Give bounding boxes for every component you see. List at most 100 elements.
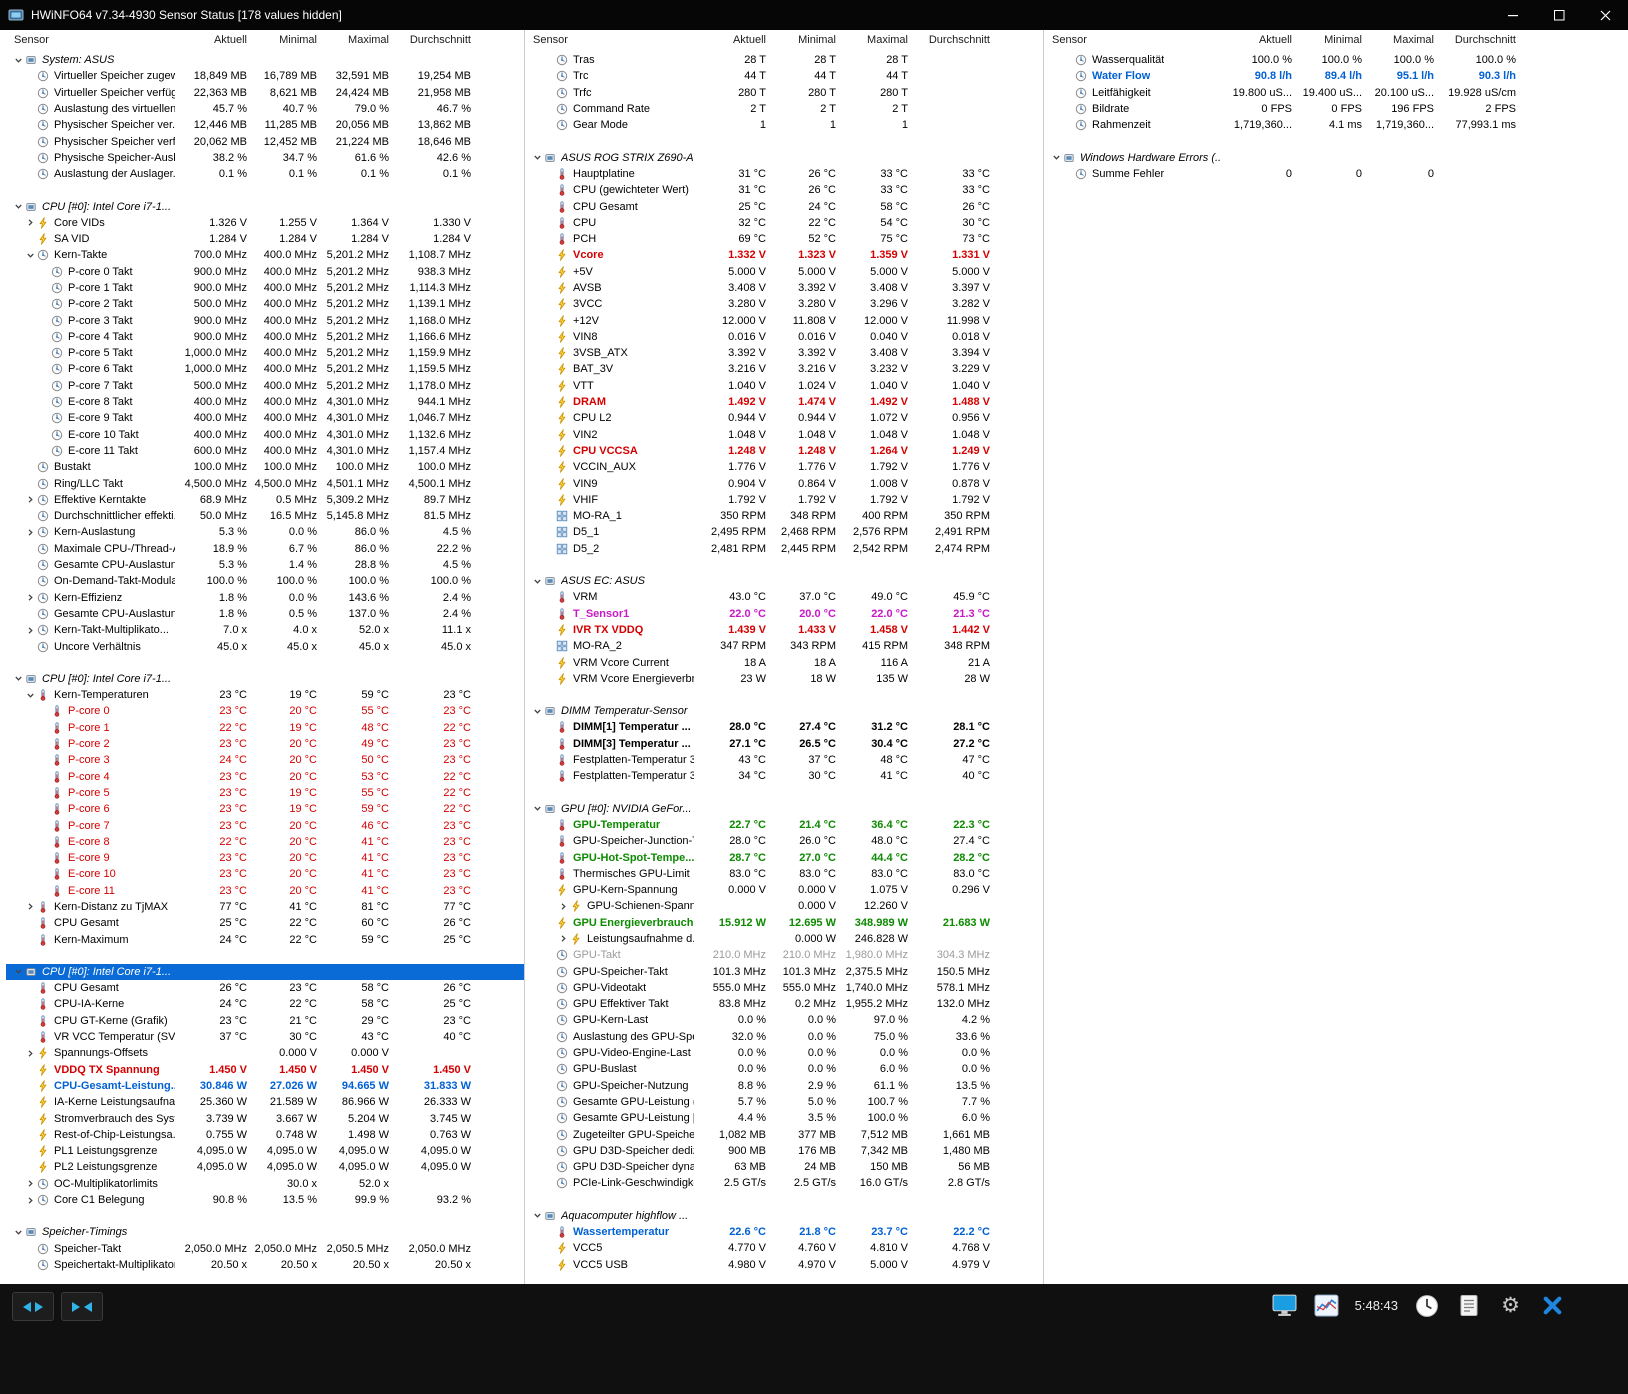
sensor-row[interactable]: E-core 11 23 °C 20 °C 41 °C 23 °C (6, 883, 524, 899)
sensor-row[interactable]: Physischer Speicher verf... 20,062 MB 12,4… (6, 133, 524, 149)
sensor-row[interactable]: SA VID 1.284 V 1.284 V 1.284 V 1.284 V (6, 231, 524, 247)
sensor-group-header[interactable]: DIMM Temperatur-Sensor (525, 703, 1043, 719)
expand-chevron-icon[interactable] (559, 902, 570, 911)
graph-window-button[interactable] (1313, 1292, 1340, 1319)
sensor-row[interactable]: Festplatten-Temperatur 3 43 °C 37 °C 48 °C 4… (525, 752, 1043, 768)
sensor-row[interactable]: P-core 4 Takt 900.0 MHz 400.0 MHz 5,201.2 M… (6, 329, 524, 345)
expand-chevron-icon[interactable] (26, 1179, 37, 1188)
sensor-row[interactable]: PCH 69 °C 52 °C 75 °C 73 °C (525, 231, 1043, 247)
sensor-row[interactable]: +12V 12.000 V 11.808 V 12.000 V 11.998 V (525, 312, 1043, 328)
collapse-chevron-icon[interactable] (14, 967, 25, 976)
column-header-durchschnitt[interactable]: Durchschnitt (908, 34, 990, 46)
sensor-row[interactable]: Leistungsaufnahme d... 0.000 W 246.828 W (525, 931, 1043, 947)
sensor-row[interactable]: PL2 Leistungsgrenze 4,095.0 W 4,095.0 W 4,0… (6, 1159, 524, 1175)
column-header-aktuell[interactable]: Aktuell (175, 34, 247, 46)
column-header-aktuell[interactable]: Aktuell (1220, 34, 1292, 46)
sensor-row[interactable]: MO-RA_2 347 RPM 343 RPM 415 RPM 348 RPM (525, 638, 1043, 654)
column-header-maximal[interactable]: Maximal (317, 34, 389, 46)
sensor-row[interactable]: Effektive Kerntakte 68.9 MHz 0.5 MHz 5,309.… (6, 492, 524, 508)
sensor-row[interactable]: Kern-Temperaturen 23 °C 19 °C 59 °C 23 °C (6, 687, 524, 703)
column-header-sensor[interactable]: Sensor (1052, 34, 1220, 46)
nav-arrows-inward-button[interactable] (61, 1292, 103, 1321)
sensor-row[interactable]: P-core 0 Takt 900.0 MHz 400.0 MHz 5,201.2 M… (6, 264, 524, 280)
sensor-row[interactable]: Festplatten-Temperatur 3 34 °C 30 °C 41 °C 4… (525, 768, 1043, 784)
column-header-minimal[interactable]: Minimal (247, 34, 317, 46)
sensor-row[interactable]: CPU GT-Kerne (Grafik) 23 °C 21 °C 29 °C 23 °… (6, 1013, 524, 1029)
sensor-row[interactable]: E-core 9 23 °C 20 °C 41 °C 23 °C (6, 850, 524, 866)
sensor-row[interactable]: CPU L2 0.944 V 0.944 V 1.072 V 0.956 V (525, 410, 1043, 426)
sensor-row[interactable]: P-core 1 Takt 900.0 MHz 400.0 MHz 5,201.2 M… (6, 280, 524, 296)
sensor-row[interactable]: IA-Kerne Leistungsaufna... 25.360 W 21.589… (6, 1094, 524, 1110)
sensor-row[interactable]: GPU-Kern-Spannung 0.000 V 0.000 V 1.075 V 0.… (525, 882, 1043, 898)
sensor-group-header[interactable]: Windows Hardware Errors (... (1044, 149, 1628, 165)
collapse-chevron-icon[interactable] (533, 577, 544, 586)
sensor-row[interactable]: GPU D3D-Speicher dyna... 63 MB 24 MB 150 MB… (525, 1159, 1043, 1175)
sensor-row[interactable]: P-core 5 23 °C 19 °C 55 °C 22 °C (6, 785, 524, 801)
sensor-row[interactable]: VCC5 USB 4.980 V 4.970 V 5.000 V 4.979 V (525, 1256, 1043, 1272)
collapse-chevron-icon[interactable] (26, 251, 37, 260)
sensor-row[interactable]: Auslastung des virtuellen... 45.7 % 40.7 %… (6, 101, 524, 117)
sensor-row[interactable]: VCCIN_AUX 1.776 V 1.776 V 1.792 V 1.776 V (525, 459, 1043, 475)
sensor-row[interactable]: Gear Mode 1 1 1 (525, 117, 1043, 133)
collapse-chevron-icon[interactable] (14, 56, 25, 65)
sensor-row[interactable]: Hauptplatine 31 °C 26 °C 33 °C 33 °C (525, 166, 1043, 182)
sensor-row[interactable]: Wasserqualität 100.0 % 100.0 % 100.0 % 100.0… (1044, 52, 1628, 68)
sensor-row[interactable]: CPU Gesamt 25 °C 22 °C 60 °C 26 °C (6, 915, 524, 931)
sensor-row[interactable]: Tras 28 T 28 T 28 T (525, 52, 1043, 68)
sensor-row[interactable]: P-core 2 23 °C 20 °C 49 °C 23 °C (6, 736, 524, 752)
sensor-row[interactable]: Speichertakt-Multiplikator 20.50 x 20.50 x… (6, 1257, 524, 1273)
sensor-group-header[interactable]: ASUS ROG STRIX Z690-A... (525, 149, 1043, 165)
sensor-row[interactable]: GPU-Temperatur 22.7 °C 21.4 °C 36.4 °C 22.3 … (525, 817, 1043, 833)
sensor-row[interactable]: Speicher-Takt 2,050.0 MHz 2,050.0 MHz 2,050… (6, 1240, 524, 1256)
settings-gear-button[interactable]: ⚙ (1497, 1292, 1524, 1319)
sensor-row[interactable]: D5_2 2,481 RPM 2,445 RPM 2,542 RPM 2,474 RPM (525, 541, 1043, 557)
sensor-row[interactable]: Bustakt 100.0 MHz 100.0 MHz 100.0 MHz 100.0 … (6, 459, 524, 475)
remote-monitor-button[interactable] (1271, 1292, 1298, 1319)
sensor-row[interactable]: Durchschnittlicher effekti... 50.0 MHz 16.… (6, 508, 524, 524)
sensor-row[interactable]: Ring/LLC Takt 4,500.0 MHz 4,500.0 MHz 4,501… (6, 475, 524, 491)
sensor-row[interactable]: PCIe-Link-Geschwindigkeit 2.5 GT/s 2.5 GT/… (525, 1175, 1043, 1191)
sensor-row[interactable]: Vcore 1.332 V 1.323 V 1.359 V 1.331 V (525, 247, 1043, 263)
sensor-row[interactable]: VRM Vcore Current 18 A 18 A 116 A 21 A (525, 654, 1043, 670)
collapse-chevron-icon[interactable] (533, 1211, 544, 1220)
column-header-aktuell[interactable]: Aktuell (694, 34, 766, 46)
sensor-row[interactable]: VHIF 1.792 V 1.792 V 1.792 V 1.792 V (525, 492, 1043, 508)
sensor-row[interactable]: VRM Vcore Energieverbr... 23 W 18 W 135 W 28… (525, 671, 1043, 687)
sensor-group-header[interactable]: CPU [#0]: Intel Core i7-1... (6, 198, 524, 214)
sensor-row[interactable]: E-core 8 22 °C 20 °C 41 °C 23 °C (6, 834, 524, 850)
sensor-row[interactable]: D5_1 2,495 RPM 2,468 RPM 2,576 RPM 2,491 RPM (525, 524, 1043, 540)
sensor-row[interactable]: GPU-Hot-Spot-Tempe... 28.7 °C 27.0 °C 44.4 … (525, 849, 1043, 865)
sensor-row[interactable]: Kern-Effizienz 1.8 % 0.0 % 143.6 % 2.4 % (6, 590, 524, 606)
sensor-row[interactable]: CPU VCCSA 1.248 V 1.248 V 1.264 V 1.249 V (525, 443, 1043, 459)
collapse-chevron-icon[interactable] (14, 674, 25, 683)
collapse-chevron-icon[interactable] (14, 202, 25, 211)
sensor-row[interactable]: On-Demand-Takt-Modula... 100.0 % 100.0 % 10… (6, 573, 524, 589)
sensor-row[interactable]: VIN9 0.904 V 0.864 V 1.008 V 0.878 V (525, 475, 1043, 491)
sensor-row[interactable]: Kern-Auslastung 5.3 % 0.0 % 86.0 % 4.5 % (6, 524, 524, 540)
collapse-chevron-icon[interactable] (533, 707, 544, 716)
sensor-row[interactable]: Kern-Takte 700.0 MHz 400.0 MHz 5,201.2 MHz 1… (6, 247, 524, 263)
sensor-row[interactable]: MO-RA_1 350 RPM 348 RPM 400 RPM 350 RPM (525, 508, 1043, 524)
sensor-row[interactable]: GPU-Speicher-Nutzung 8.8 % 2.9 % 61.1 % 13.5… (525, 1078, 1043, 1094)
sensor-row[interactable]: P-core 2 Takt 500.0 MHz 400.0 MHz 5,201.2 M… (6, 296, 524, 312)
sensor-row[interactable]: Auslastung des GPU-Spei... 32.0 % 0.0 % 75.… (525, 1029, 1043, 1045)
sensor-group-header[interactable]: CPU [#0]: Intel Core i7-1... (6, 671, 524, 687)
sensor-group-header[interactable]: Speicher-Timings (6, 1224, 524, 1240)
sensor-row[interactable]: GPU-Speicher-Junction-T... 28.0 °C 26.0 °C… (525, 833, 1043, 849)
sensor-row[interactable]: AVSB 3.408 V 3.392 V 3.408 V 3.397 V (525, 280, 1043, 296)
sensor-group-header[interactable]: System: ASUS (6, 52, 524, 68)
sensor-row[interactable]: CPU-Gesamt-Leistung... 30.846 W 27.026 W 94… (6, 1078, 524, 1094)
sensor-row[interactable]: E-core 9 Takt 400.0 MHz 400.0 MHz 4,301.0 M… (6, 410, 524, 426)
sensor-row[interactable]: VIN2 1.048 V 1.048 V 1.048 V 1.048 V (525, 427, 1043, 443)
expand-chevron-icon[interactable] (559, 934, 570, 943)
sensor-row[interactable]: CPU-IA-Kerne 24 °C 22 °C 58 °C 25 °C (6, 996, 524, 1012)
sensor-row[interactable]: GPU-Buslast 0.0 % 0.0 % 6.0 % 0.0 % (525, 1061, 1043, 1077)
maximize-button[interactable] (1536, 0, 1582, 30)
column-header-durchschnitt[interactable]: Durchschnitt (1434, 34, 1516, 46)
sensor-row[interactable]: Command Rate 2 T 2 T 2 T (525, 101, 1043, 117)
sensor-row[interactable]: P-core 1 22 °C 19 °C 48 °C 22 °C (6, 720, 524, 736)
sensor-group-header[interactable]: Aquacomputer highflow ... (525, 1208, 1043, 1224)
sensor-row[interactable]: Kern-Takt-Multiplikato... 7.0 x 4.0 x 52.0 … (6, 622, 524, 638)
sensor-row[interactable]: VDDQ TX Spannung 1.450 V 1.450 V 1.450 V 1.4… (6, 1062, 524, 1078)
sensor-row[interactable]: DIMM[1] Temperatur ... 28.0 °C 27.4 °C 31.2… (525, 719, 1043, 735)
